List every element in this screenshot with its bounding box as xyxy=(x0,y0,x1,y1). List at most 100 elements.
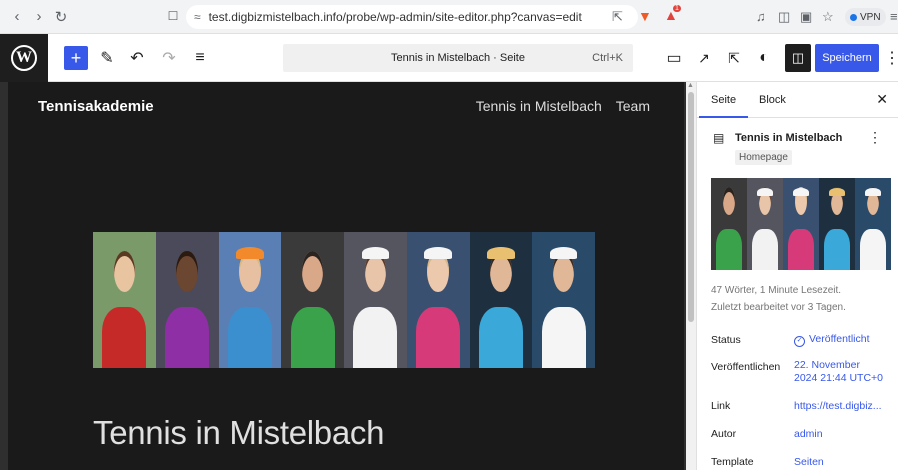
canvas-scrollbar[interactable]: ▲ xyxy=(686,82,696,470)
styles-button[interactable]: ◐ xyxy=(754,46,774,70)
publish-date-line-2: 2024 21:44 UTC+0 xyxy=(794,372,884,384)
player-photo xyxy=(218,232,282,368)
nav-item-team[interactable]: Team xyxy=(616,98,650,114)
player-torso xyxy=(788,228,814,270)
shortcut-hint: Ctrl+K xyxy=(592,52,623,64)
player-photo xyxy=(281,232,344,368)
player-torso xyxy=(227,306,272,368)
media-icon[interactable]: ♫ xyxy=(756,9,766,24)
player-torso xyxy=(541,306,586,368)
status-value[interactable]: ✓ Veröffentlicht xyxy=(794,333,870,347)
player-cap xyxy=(487,246,515,260)
publish-date-line-1: 22. November xyxy=(794,359,860,371)
player-cap xyxy=(549,246,578,260)
player-torso xyxy=(165,306,210,368)
status-label: Status xyxy=(711,334,741,346)
hero-image[interactable] xyxy=(93,232,595,368)
settings-sidebar: Seite Block ✕ ▤ Tennis in Mistelbach ⋮ H… xyxy=(696,82,898,470)
last-edited: Zuletzt bearbeitet vor 3 Tagen. xyxy=(711,302,846,313)
settings-sidebar-toggle[interactable]: ◫ xyxy=(785,44,811,72)
sidebar-icon: ◫ xyxy=(791,50,805,65)
word-count: 47 Wörter, 1 Minute Lesezeit. xyxy=(711,285,842,296)
notification-badge: 1 xyxy=(673,5,681,12)
close-icon[interactable]: ✕ xyxy=(876,91,888,108)
link-value[interactable]: https://test.digbiz... xyxy=(794,400,882,413)
menu-icon[interactable]: ≡ xyxy=(890,9,898,24)
site-navigation[interactable]: Tennis in Mistelbach Team xyxy=(476,98,650,114)
reload-icon[interactable]: ↻ xyxy=(50,8,72,26)
vpn-status-icon xyxy=(850,13,857,21)
player-photo xyxy=(819,178,855,270)
external-link-icon: ↗ xyxy=(698,49,710,66)
player-torso xyxy=(416,306,461,368)
player-torso xyxy=(716,228,742,270)
options-button[interactable]: ⋮ xyxy=(884,46,898,70)
contrast-icon: ◐ xyxy=(759,49,769,66)
page-card-title: Tennis in Mistelbach xyxy=(735,132,843,144)
page-actions-icon[interactable]: ⋮ xyxy=(868,129,882,146)
command-palette-bar[interactable]: Tennis in Mistelbach · Seite Ctrl+K xyxy=(283,44,633,72)
back-icon[interactable]: ‹ xyxy=(6,8,28,25)
player-torso xyxy=(752,228,778,270)
tab-page[interactable]: Seite xyxy=(698,94,749,118)
template-value[interactable]: Seiten xyxy=(794,456,824,469)
player-cap xyxy=(361,246,390,260)
address-bar[interactable]: ≈ test.digbizmistelbach.info/probe/wp-ad… xyxy=(186,5,638,29)
redo-icon: ↷ xyxy=(162,50,176,67)
zoom-icon: ⇱ xyxy=(728,49,740,66)
player-photo xyxy=(855,178,891,270)
nav-item-tennis[interactable]: Tennis in Mistelbach xyxy=(476,98,602,114)
kebab-icon: ⋮ xyxy=(884,50,898,67)
player-photo xyxy=(711,178,747,270)
player-torso xyxy=(290,306,335,368)
device-preview-button[interactable]: ▭ xyxy=(664,46,684,70)
player-torso xyxy=(478,306,523,368)
page-heading[interactable]: Tennis in Mistelbach xyxy=(93,414,384,452)
player-cap xyxy=(865,188,881,197)
plus-icon: + xyxy=(70,47,82,68)
featured-image[interactable] xyxy=(711,178,891,270)
block-inserter-button[interactable]: + xyxy=(64,46,88,70)
tab-block[interactable]: Block xyxy=(759,94,786,106)
zoom-out-button[interactable]: ⇱ xyxy=(724,46,744,70)
document-title: Tennis in Mistelbach · Seite xyxy=(391,52,525,64)
publish-date[interactable]: 22. November 2024 21:44 UTC+0 xyxy=(794,359,883,385)
brave-shield-icon[interactable]: ▼ xyxy=(638,8,652,24)
player-head xyxy=(722,187,736,215)
sidebar-toggle-icon[interactable]: ◫ xyxy=(778,9,790,25)
undo-button[interactable]: ↶ xyxy=(127,46,147,70)
site-title[interactable]: Tennisakademie xyxy=(38,98,154,115)
document-overview-button[interactable]: ≡ xyxy=(190,46,210,70)
scrollbar-thumb[interactable] xyxy=(688,92,694,322)
player-cap xyxy=(757,188,773,197)
player-cap xyxy=(424,246,452,260)
wordpress-logo-button[interactable]: W xyxy=(0,34,48,82)
tools-button[interactable]: ✎ xyxy=(97,46,117,70)
redo-button[interactable]: ↷ xyxy=(159,46,179,70)
editor-canvas[interactable]: Tennisakademie Tennis in Mistelbach Team… xyxy=(8,82,684,470)
save-button[interactable]: Speichern xyxy=(815,44,879,72)
player-head xyxy=(113,251,136,292)
player-head xyxy=(176,251,198,292)
scroll-up-icon[interactable]: ▲ xyxy=(687,82,694,89)
check-circle-icon: ✓ xyxy=(794,336,805,347)
share-icon[interactable]: ⇱ xyxy=(612,9,623,25)
favorites-icon[interactable]: ☆ xyxy=(822,9,834,25)
author-value[interactable]: admin xyxy=(794,428,823,441)
pencil-icon: ✎ xyxy=(100,50,114,67)
forward-icon[interactable]: › xyxy=(28,8,50,25)
wordpress-icon: W xyxy=(11,45,37,71)
player-cap xyxy=(236,246,264,260)
player-torso xyxy=(102,306,147,368)
homepage-badge: Homepage xyxy=(735,150,792,165)
editor-canvas-frame: Tennisakademie Tennis in Mistelbach Team… xyxy=(0,82,686,470)
site-settings-icon[interactable]: ≈ xyxy=(194,10,201,24)
editor-toolbar: W + ✎ ↶ ↷ ≡ Tennis in Mistelbach · Seite… xyxy=(0,34,898,82)
bookmark-icon[interactable]: ☐ xyxy=(162,9,184,23)
view-site-button[interactable]: ↗ xyxy=(694,46,714,70)
status-text: Veröffentlicht xyxy=(809,333,870,345)
desktop-icon: ▭ xyxy=(666,50,682,67)
vpn-label: VPN xyxy=(860,11,881,23)
tab-search-icon[interactable]: ▣ xyxy=(800,9,812,25)
vpn-button[interactable]: VPN xyxy=(845,8,886,26)
